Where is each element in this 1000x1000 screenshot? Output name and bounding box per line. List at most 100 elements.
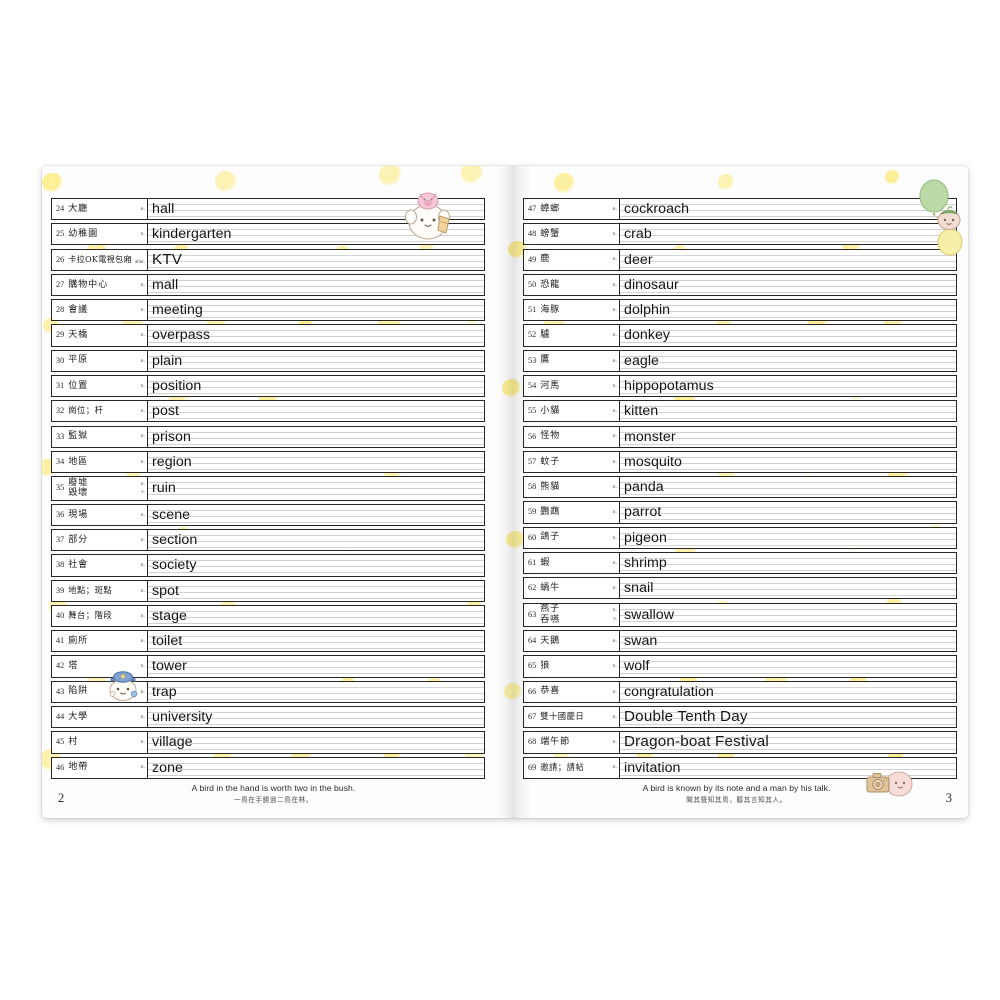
chinese-cell: 56 怪物 n. xyxy=(524,426,620,447)
english-writing-cell[interactable]: cockroach xyxy=(620,199,956,219)
chinese-text-stack: 地帶 xyxy=(68,762,147,773)
chinese-cell: 59 鸚鵡 n. xyxy=(524,502,620,523)
english-word: hall xyxy=(152,201,175,217)
english-writing-cell[interactable]: region xyxy=(148,452,484,472)
part-of-speech-marker: n. xyxy=(612,739,617,746)
chinese-meaning: 部分 xyxy=(68,534,89,545)
english-writing-cell[interactable]: toilet xyxy=(148,631,484,651)
part-of-speech-marker: n. xyxy=(140,231,145,238)
entry-number: 66 xyxy=(528,686,537,696)
english-writing-cell[interactable]: parrot xyxy=(620,502,956,522)
chinese-cell: 40 舞台；階段 n. xyxy=(52,605,148,627)
english-writing-cell[interactable]: plain xyxy=(148,351,484,371)
english-writing-cell[interactable]: pigeon xyxy=(620,528,956,548)
chinese-meaning: 小貓 xyxy=(540,405,561,416)
english-writing-cell[interactable]: meeting xyxy=(148,300,484,320)
part-of-speech-marker: n. xyxy=(140,511,145,518)
entry-number: 69 xyxy=(528,762,537,772)
english-writing-cell[interactable]: eagle xyxy=(620,351,956,371)
english-writing-cell[interactable]: position xyxy=(148,376,484,396)
chinese-text-stack: 天鵝 xyxy=(540,636,619,647)
part-of-speech-marker: n. xyxy=(140,307,145,314)
chinese-text-stack: 蝸牛 xyxy=(540,583,619,594)
english-word: meeting xyxy=(152,302,203,319)
english-writing-cell[interactable]: congratulation xyxy=(620,682,956,702)
english-writing-cell[interactable]: spot xyxy=(148,581,484,601)
chinese-cell: 60 鴿子 n. xyxy=(524,527,620,548)
chinese-cell: 57 蚊子 n. xyxy=(524,451,620,472)
english-writing-cell[interactable]: society xyxy=(148,555,484,575)
chinese-text-stack: 蚊子 xyxy=(540,457,619,468)
english-writing-cell[interactable]: swallow xyxy=(620,604,956,627)
english-word: parrot xyxy=(624,504,662,521)
english-writing-cell[interactable]: stage xyxy=(148,606,484,626)
entry-number: 37 xyxy=(56,535,65,545)
english-writing-cell[interactable]: panda xyxy=(620,477,956,497)
english-writing-cell[interactable]: kitten xyxy=(620,401,956,421)
chinese-cell: 41 廁所 n. xyxy=(52,631,148,652)
english-writing-cell[interactable]: hippopotamus xyxy=(620,376,956,396)
english-writing-cell[interactable]: mall xyxy=(148,275,484,295)
part-of-speech-stack: n. xyxy=(613,300,617,320)
entry-number: 58 xyxy=(528,482,537,492)
chinese-meaning: 天橋 xyxy=(68,330,89,341)
right-page-footer: A bird is known by its note and a man by… xyxy=(505,783,968,804)
chinese-meaning: 螃蟹 xyxy=(540,229,561,240)
chinese-cell: 35 廢墟 毀壞 n. v. xyxy=(52,477,148,500)
english-word: kitten xyxy=(624,403,659,420)
english-writing-cell[interactable]: donkey xyxy=(620,325,956,345)
vocabulary-row: 42 塔 n. tower xyxy=(51,655,485,678)
chinese-text-stack: 鹿 xyxy=(540,254,619,265)
chinese-meaning: 崗位；杆 xyxy=(68,405,104,416)
vocabulary-row: 56 怪物 n. monster xyxy=(523,425,957,448)
english-writing-cell[interactable]: zone xyxy=(148,758,484,778)
english-writing-cell[interactable]: scene xyxy=(148,505,484,525)
english-writing-cell[interactable]: section xyxy=(148,530,484,550)
english-writing-cell[interactable]: monster xyxy=(620,427,956,447)
english-writing-cell[interactable]: wolf xyxy=(620,656,956,676)
part-of-speech-marker: n. xyxy=(140,357,145,364)
english-writing-cell[interactable]: prison xyxy=(148,427,484,447)
english-writing-cell[interactable]: Dragon-boat Festival xyxy=(620,732,956,752)
english-writing-cell[interactable]: Double Tenth Day xyxy=(620,707,956,727)
chinese-cell: 38 社會 n. xyxy=(52,555,148,576)
english-writing-cell[interactable]: overpass xyxy=(148,325,484,345)
english-writing-cell[interactable]: trap xyxy=(148,682,484,702)
english-writing-cell[interactable]: deer xyxy=(620,250,956,270)
english-writing-cell[interactable]: hall xyxy=(148,199,484,219)
chinese-text-stack: 蟑螂 xyxy=(540,204,619,215)
vocabulary-row: 36 現場 n. scene xyxy=(51,503,485,526)
english-writing-cell[interactable]: ruin xyxy=(148,477,484,500)
chinese-text-stack: 邀請；請帖 xyxy=(540,762,619,773)
english-writing-cell[interactable]: dolphin xyxy=(620,300,956,320)
entry-number: 28 xyxy=(56,305,65,315)
english-writing-cell[interactable]: KTV xyxy=(148,250,484,270)
part-of-speech-marker: n. xyxy=(612,281,617,288)
english-writing-cell[interactable]: post xyxy=(148,401,484,421)
part-of-speech-marker: n. xyxy=(612,205,617,212)
english-writing-cell[interactable]: shrimp xyxy=(620,553,956,573)
entry-number: 42 xyxy=(56,661,65,671)
english-word: village xyxy=(152,734,193,751)
english-writing-cell[interactable]: village xyxy=(148,732,484,752)
chinese-meaning: 恭喜 xyxy=(540,686,561,697)
chinese-text-stack: 鸚鵡 xyxy=(540,507,619,518)
chinese-meaning: 蝸牛 xyxy=(540,582,561,593)
chinese-cell: 25 幼稚園 n. xyxy=(52,224,148,245)
english-writing-cell[interactable]: dinosaur xyxy=(620,275,956,295)
english-writing-cell[interactable]: invitation xyxy=(620,758,956,778)
english-writing-cell[interactable]: crab xyxy=(620,224,956,244)
chinese-meaning: 村 xyxy=(68,737,79,748)
english-writing-cell[interactable]: snail xyxy=(620,578,956,598)
english-word: post xyxy=(152,403,180,420)
english-writing-cell[interactable]: mosquito xyxy=(620,452,956,472)
left-proverb-english: A bird in the hand is worth two in the b… xyxy=(191,783,356,793)
entry-number: 68 xyxy=(528,737,537,747)
part-of-speech-stack: n. xyxy=(141,656,145,676)
part-of-speech-stack: n. xyxy=(613,732,617,752)
english-writing-cell[interactable]: university xyxy=(148,707,484,727)
english-writing-cell[interactable]: tower xyxy=(148,656,484,676)
english-writing-cell[interactable]: swan xyxy=(620,631,956,651)
part-of-speech-stack: n. xyxy=(613,502,617,522)
english-writing-cell[interactable]: kindergarten xyxy=(148,224,484,244)
